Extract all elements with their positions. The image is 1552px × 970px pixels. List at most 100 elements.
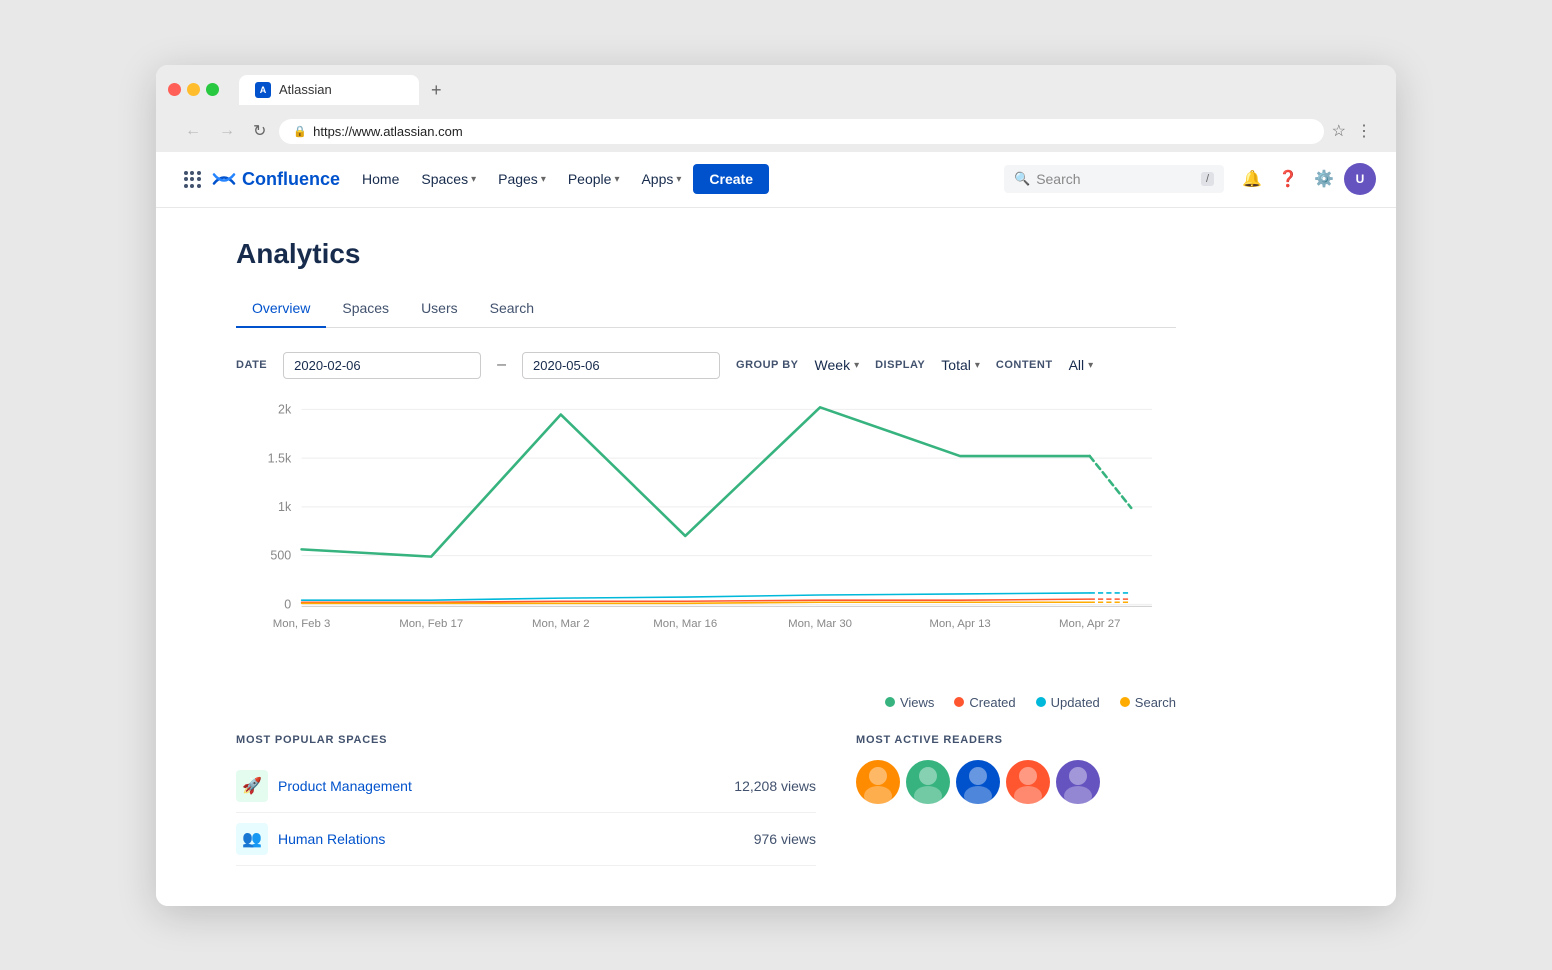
- analytics-tabs: Overview Spaces Users Search: [236, 290, 1176, 328]
- analytics-chart: 2k 1.5k 1k 500 0: [236, 399, 1176, 679]
- reader-avatar-5[interactable]: [1056, 760, 1100, 804]
- app-switcher-button[interactable]: [176, 163, 208, 195]
- chart-svg: 2k 1.5k 1k 500 0: [236, 399, 1176, 679]
- svg-text:500: 500: [270, 548, 291, 562]
- nav-spaces[interactable]: Spaces ▾: [411, 165, 486, 193]
- close-button[interactable]: [168, 83, 181, 96]
- display-label: DISPLAY: [875, 359, 925, 371]
- reader-avatar-3[interactable]: [956, 760, 1000, 804]
- nav-home[interactable]: Home: [352, 165, 409, 193]
- nav-menu: Home Spaces ▾ Pages ▾ People ▾ Apps ▾: [352, 164, 1000, 194]
- reader-avatar-2[interactable]: [906, 760, 950, 804]
- active-tab[interactable]: A Atlassian: [239, 75, 419, 105]
- nav-right-actions: 🔔 ❓ ⚙️ U: [1236, 163, 1376, 195]
- tab-overview[interactable]: Overview: [236, 290, 326, 328]
- content-value: All: [1069, 357, 1085, 373]
- tab-search[interactable]: Search: [474, 290, 550, 328]
- user-avatar[interactable]: U: [1344, 163, 1376, 195]
- group-by-dropdown[interactable]: Week ▾: [815, 357, 860, 373]
- search-bar[interactable]: 🔍 Search /: [1004, 165, 1224, 193]
- filters-row: DATE – GROUP BY Week ▾ DISPLAY Total ▾ C…: [236, 352, 1176, 379]
- legend-created-label: Created: [969, 695, 1015, 710]
- content-label: CONTENT: [996, 359, 1053, 371]
- url-text: https://www.atlassian.com: [313, 124, 463, 139]
- main-content: Analytics Overview Spaces Users Search D…: [156, 208, 1256, 906]
- forward-button[interactable]: →: [214, 120, 240, 142]
- display-chevron-icon: ▾: [975, 360, 980, 371]
- refresh-button[interactable]: ↻: [248, 119, 271, 143]
- active-readers-title: MOST ACTIVE READERS: [856, 734, 1176, 746]
- space-row-product-management: 🚀 Product Management 12,208 views: [236, 760, 816, 813]
- legend-search-label: Search: [1135, 695, 1176, 710]
- space-name-product-management[interactable]: Product Management: [278, 778, 724, 794]
- apps-chevron-icon: ▾: [676, 174, 681, 185]
- browser-chrome: A Atlassian + ← → ↻ 🔒 https://www.atlass…: [156, 65, 1396, 152]
- content-dropdown[interactable]: All ▾: [1069, 357, 1094, 373]
- pages-chevron-icon: ▾: [541, 174, 546, 185]
- created-dot: [954, 697, 964, 707]
- tab-favicon: A: [255, 82, 271, 98]
- legend-updated: Updated: [1036, 695, 1100, 710]
- tab-users[interactable]: Users: [405, 290, 474, 328]
- svg-text:Mon, Feb 17: Mon, Feb 17: [399, 618, 463, 630]
- updated-dot: [1036, 697, 1046, 707]
- svg-text:Mon, Apr 27: Mon, Apr 27: [1059, 618, 1120, 630]
- page-title: Analytics: [236, 238, 1176, 270]
- address-bar-row: ← → ↻ 🔒 https://www.atlassian.com ☆ ⋮: [168, 113, 1384, 152]
- help-button[interactable]: ❓: [1272, 163, 1304, 195]
- browser-window: A Atlassian + ← → ↻ 🔒 https://www.atlass…: [156, 65, 1396, 906]
- nav-apps[interactable]: Apps ▾: [631, 165, 691, 193]
- spaces-chevron-icon: ▾: [471, 174, 476, 185]
- svg-text:Mon, Mar 2: Mon, Mar 2: [532, 618, 590, 630]
- legend-views: Views: [885, 695, 934, 710]
- date-from-input[interactable]: [283, 352, 481, 379]
- readers-avatars: [856, 760, 1176, 804]
- search-icon: 🔍: [1014, 171, 1030, 187]
- popular-spaces-title: MOST POPULAR SPACES: [236, 734, 816, 746]
- legend-created: Created: [954, 695, 1015, 710]
- nav-people[interactable]: People ▾: [558, 165, 630, 193]
- maximize-button[interactable]: [206, 83, 219, 96]
- people-chevron-icon: ▾: [614, 174, 619, 185]
- confluence-logo[interactable]: Confluence: [212, 167, 340, 191]
- lock-icon: 🔒: [293, 125, 307, 138]
- date-to-input[interactable]: [522, 352, 720, 379]
- minimize-button[interactable]: [187, 83, 200, 96]
- tab-bar: A Atlassian +: [239, 75, 450, 105]
- date-range-dash: –: [497, 356, 506, 374]
- group-by-label: GROUP BY: [736, 359, 798, 371]
- top-navigation: Confluence Home Spaces ▾ Pages ▾ People …: [156, 152, 1396, 208]
- app-content: Confluence Home Spaces ▾ Pages ▾ People …: [156, 152, 1396, 906]
- svg-text:Mon, Feb 3: Mon, Feb 3: [273, 618, 331, 630]
- browser-controls-row: A Atlassian +: [168, 75, 1384, 105]
- back-button[interactable]: ←: [180, 120, 206, 142]
- legend-updated-label: Updated: [1051, 695, 1100, 710]
- create-button[interactable]: Create: [693, 164, 769, 194]
- address-bar[interactable]: 🔒 https://www.atlassian.com: [279, 119, 1323, 144]
- svg-text:1k: 1k: [278, 500, 292, 514]
- bookmark-icon[interactable]: ☆: [1332, 121, 1346, 141]
- space-icon-product-management: 🚀: [236, 770, 268, 802]
- views-dot: [885, 697, 895, 707]
- svg-text:1.5k: 1.5k: [268, 451, 292, 465]
- space-row-human-relations: 👥 Human Relations 976 views: [236, 813, 816, 866]
- search-dot: [1120, 697, 1130, 707]
- nav-pages[interactable]: Pages ▾: [488, 165, 556, 193]
- reader-avatar-4[interactable]: [1006, 760, 1050, 804]
- display-dropdown[interactable]: Total ▾: [941, 357, 980, 373]
- space-name-human-relations[interactable]: Human Relations: [278, 831, 744, 847]
- reader-avatar-1[interactable]: [856, 760, 900, 804]
- new-tab-button[interactable]: +: [423, 76, 450, 105]
- group-by-value: Week: [815, 357, 851, 373]
- tab-spaces[interactable]: Spaces: [326, 290, 405, 328]
- more-options-icon[interactable]: ⋮: [1356, 121, 1372, 141]
- group-by-chevron-icon: ▾: [854, 360, 859, 371]
- notifications-button[interactable]: 🔔: [1236, 163, 1268, 195]
- browser-actions: ☆ ⋮: [1332, 121, 1372, 141]
- most-active-readers: MOST ACTIVE READERS: [856, 734, 1176, 866]
- confluence-name: Confluence: [242, 169, 340, 190]
- legend-search: Search: [1120, 695, 1176, 710]
- date-label: DATE: [236, 359, 267, 371]
- settings-button[interactable]: ⚙️: [1308, 163, 1340, 195]
- space-icon-human-relations: 👥: [236, 823, 268, 855]
